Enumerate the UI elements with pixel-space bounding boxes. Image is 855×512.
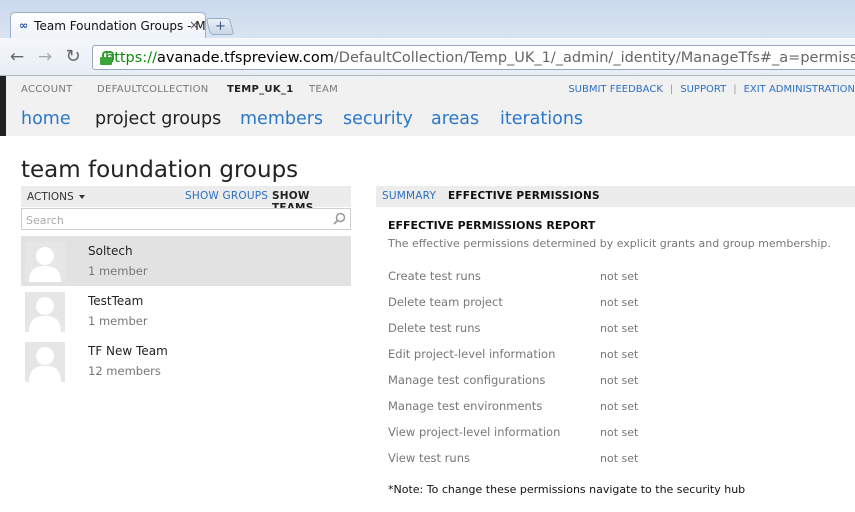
tab-effective-permissions[interactable]: EFFECTIVE PERMISSIONS xyxy=(448,190,600,202)
permission-name: Delete team project xyxy=(388,295,503,309)
permission-name: Manage test environments xyxy=(388,399,543,413)
url-path: /DefaultCollection/Temp_UK_1/_admin/_ide… xyxy=(333,49,855,66)
security-hub-note: *Note: To change these permissions navig… xyxy=(388,483,746,496)
permission-value: not set xyxy=(600,400,639,413)
nav-members[interactable]: members xyxy=(240,109,323,129)
page-title: team foundation groups xyxy=(21,157,299,183)
team-name: TestTeam xyxy=(88,294,144,308)
browser-toolbar: ← → ↻ https://avanade.tfspreview.com/Def… xyxy=(0,38,855,76)
team-member-count: 1 member xyxy=(88,264,148,278)
search-icon[interactable] xyxy=(333,212,346,225)
breadcrumb-defaultcollection[interactable]: DEFAULTCOLLECTION xyxy=(97,84,209,95)
person-placeholder-icon xyxy=(25,342,65,382)
permission-value: not set xyxy=(600,296,639,309)
permission-name: Edit project-level information xyxy=(388,347,556,361)
permissions-toolbar: SUMMARY EFFECTIVE PERMISSIONS xyxy=(376,186,855,207)
back-button[interactable]: ← xyxy=(6,47,28,67)
tfs-logo-icon: ∞ xyxy=(19,18,29,32)
team-row-tf-new-team[interactable]: TF New Team 12 members xyxy=(21,336,351,386)
tab-strip: ∞ Team Foundation Groups - Mic × + xyxy=(0,0,855,38)
team-name: Soltech xyxy=(88,244,133,258)
team-row-testteam[interactable]: TestTeam 1 member xyxy=(21,286,351,336)
submit-feedback-link[interactable]: SUBMIT FEEDBACK xyxy=(568,84,663,95)
team-avatar xyxy=(25,292,65,332)
close-tab-icon[interactable]: × xyxy=(189,18,199,32)
exit-administration-link[interactable]: EXIT ADMINISTRATION xyxy=(744,84,855,95)
permission-value: not set xyxy=(600,426,639,439)
permission-name: View project-level information xyxy=(388,425,561,439)
search-box xyxy=(21,208,351,231)
new-tab-button[interactable]: + xyxy=(205,18,235,35)
permission-value: not set xyxy=(600,322,639,335)
team-avatar xyxy=(25,242,65,282)
actions-menu[interactable]: ACTIONS xyxy=(27,191,85,203)
breadcrumb-project[interactable]: TEMP_UK_1 xyxy=(227,84,293,95)
forward-button[interactable]: → xyxy=(34,47,56,67)
actions-label: ACTIONS xyxy=(27,191,74,203)
breadcrumb-account[interactable]: ACCOUNT xyxy=(21,84,73,95)
nav-project-groups[interactable]: project groups xyxy=(95,109,221,129)
address-bar[interactable]: https://avanade.tfspreview.com/DefaultCo… xyxy=(92,45,855,70)
permission-value: not set xyxy=(600,374,639,387)
plus-icon: + xyxy=(214,19,226,34)
url-host: avanade.tfspreview.com xyxy=(156,49,334,66)
tab-summary[interactable]: SUMMARY xyxy=(382,190,436,202)
nav-home[interactable]: home xyxy=(21,109,71,129)
report-title: EFFECTIVE PERMISSIONS REPORT xyxy=(388,219,596,232)
reload-button[interactable]: ↻ xyxy=(62,47,84,67)
team-member-count: 12 members xyxy=(88,364,161,378)
person-placeholder-icon xyxy=(25,242,65,282)
support-link[interactable]: SUPPORT xyxy=(680,84,726,95)
browser-tab-title: Team Foundation Groups - Mic xyxy=(34,18,206,33)
search-input[interactable] xyxy=(22,210,322,231)
nav-security[interactable]: security xyxy=(343,109,413,129)
person-placeholder-icon xyxy=(25,292,65,332)
groups-toolbar: ACTIONS SHOW GROUPS SHOW TEAMS xyxy=(21,186,351,214)
permission-name: Create test runs xyxy=(388,269,481,283)
team-name: TF New Team xyxy=(88,344,168,358)
link-separator: | xyxy=(733,84,737,95)
caret-down-icon xyxy=(78,195,85,199)
browser-tab[interactable]: ∞ Team Foundation Groups - Mic × xyxy=(10,12,206,38)
browser-chrome: ∞ Team Foundation Groups - Mic × + ← → ↻… xyxy=(0,0,855,76)
permission-name: Delete test runs xyxy=(388,321,481,335)
show-groups-link[interactable]: SHOW GROUPS xyxy=(185,190,268,202)
nav-areas[interactable]: areas xyxy=(431,109,479,129)
permission-name: Manage test configurations xyxy=(388,373,546,387)
permission-value: not set xyxy=(600,452,639,465)
team-avatar xyxy=(25,342,65,382)
report-description: The effective permissions determined by … xyxy=(388,237,831,250)
permission-value: not set xyxy=(600,270,639,283)
permission-value: not set xyxy=(600,348,639,361)
nav-iterations[interactable]: iterations xyxy=(500,109,583,129)
permission-name: View test runs xyxy=(388,451,470,465)
admin-header: ACCOUNT DEFAULTCOLLECTION TEMP_UK_1 TEAM… xyxy=(0,76,855,103)
hub-nav: home project groups members security are… xyxy=(0,103,855,136)
team-row-soltech[interactable]: Soltech 1 member xyxy=(21,236,351,286)
link-separator: | xyxy=(669,84,674,95)
team-member-count: 1 member xyxy=(88,314,148,328)
breadcrumb-team[interactable]: TEAM xyxy=(309,84,338,95)
header-links: SUBMIT FEEDBACK | SUPPORT | EXIT ADMINISTRAT… xyxy=(568,84,855,95)
